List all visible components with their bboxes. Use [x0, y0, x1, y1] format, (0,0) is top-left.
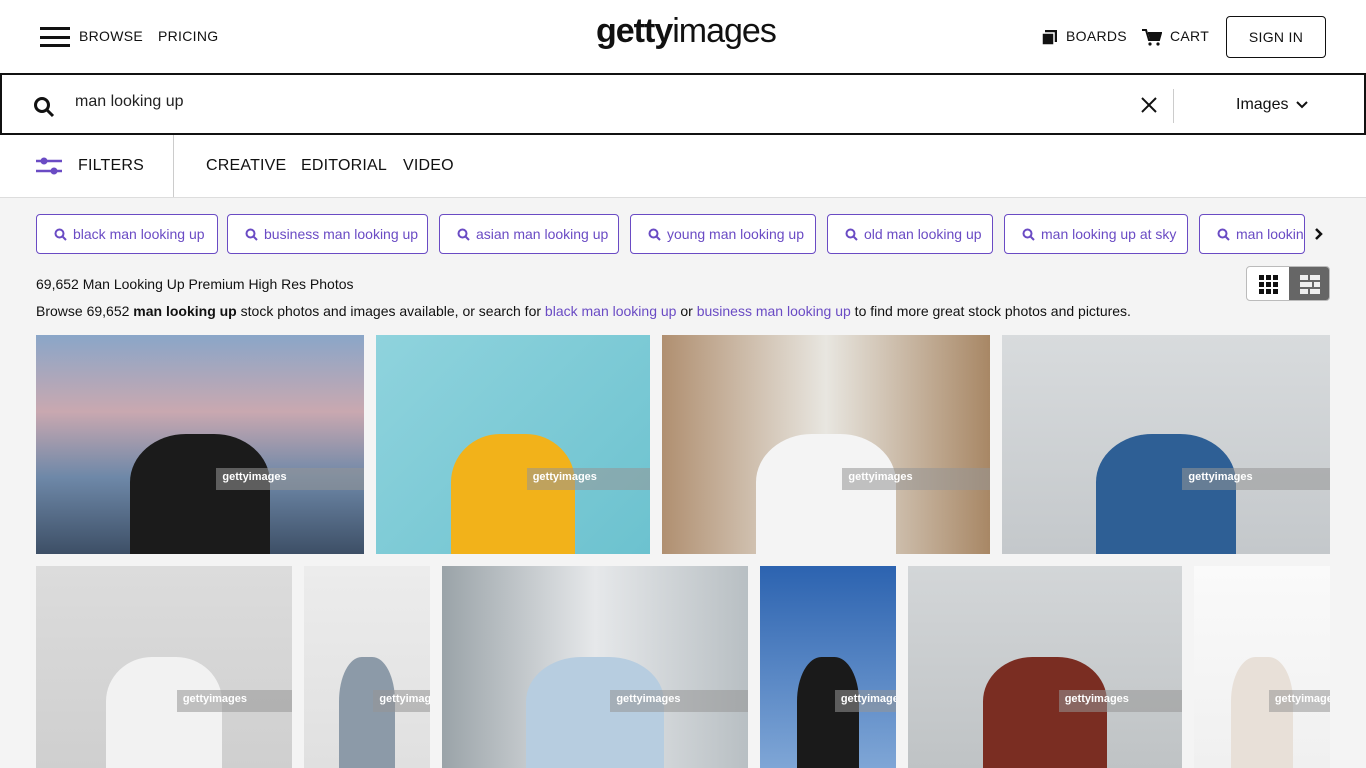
- search-icon: [1022, 228, 1035, 241]
- related-search-chip[interactable]: business man looking up: [227, 214, 428, 254]
- divider: [173, 135, 174, 197]
- photo-subject: [1231, 656, 1293, 768]
- boards-link[interactable]: BOARDS: [1066, 28, 1127, 44]
- search-bar: Images: [0, 73, 1366, 135]
- search-result-image[interactable]: gettyimages: [908, 566, 1182, 768]
- photo-subject: [797, 656, 859, 768]
- mosaic-view-button[interactable]: [1289, 267, 1329, 300]
- search-result-image[interactable]: gettyimages: [442, 566, 748, 768]
- search-result-image[interactable]: gettyimages: [1194, 566, 1330, 768]
- sign-in-button[interactable]: SIGN IN: [1226, 16, 1326, 58]
- watermark: gettyimages: [526, 468, 650, 490]
- cart-icon: [1142, 29, 1162, 46]
- watermark: gettyimages: [216, 468, 364, 490]
- watermark: gettyimages: [610, 690, 748, 712]
- photo-subject: [130, 433, 270, 554]
- search-icon[interactable]: [33, 96, 55, 118]
- getty-logo[interactable]: gettyimages: [596, 12, 777, 51]
- mosaic-view-icon: [1300, 275, 1320, 294]
- search-type-select[interactable]: Images: [1236, 96, 1309, 114]
- filters-button[interactable]: FILTERS: [78, 157, 144, 175]
- results-title: 69,652 Man Looking Up Premium High Res P…: [36, 276, 354, 292]
- search-result-image[interactable]: gettyimages: [376, 335, 650, 554]
- view-toggle: [1246, 266, 1330, 301]
- related-search-chip[interactable]: asian man looking up: [439, 214, 619, 254]
- search-icon: [457, 228, 470, 241]
- search-result-image[interactable]: gettyimages: [760, 566, 896, 768]
- watermark: gettyimages: [842, 468, 990, 490]
- watermark: gettyimages: [1058, 690, 1182, 712]
- related-search-chip[interactable]: man looking up: [1199, 214, 1305, 254]
- watermark: gettyimages: [834, 690, 896, 712]
- grid-view-icon[interactable]: [1259, 275, 1278, 294]
- search-result-image[interactable]: gettyimages: [662, 335, 990, 554]
- tab-editorial[interactable]: EDITORIAL: [301, 157, 387, 175]
- divider: [1173, 89, 1174, 123]
- search-result-image[interactable]: gettyimages: [36, 335, 364, 554]
- results-description: Browse 69,652 man looking up stock photo…: [36, 303, 1131, 319]
- search-icon: [245, 228, 258, 241]
- search-icon: [1217, 228, 1230, 241]
- chevron-right-icon[interactable]: [1314, 227, 1324, 241]
- pricing-link[interactable]: PRICING: [158, 28, 218, 44]
- boards-icon: [1042, 30, 1057, 45]
- watermark: gettyimages: [1182, 468, 1330, 490]
- watermark: gettyimages: [1268, 690, 1330, 712]
- related-search-chip[interactable]: young man looking up: [630, 214, 816, 254]
- chevron-down-icon: [1296, 101, 1309, 109]
- related-link[interactable]: business man looking up: [697, 303, 851, 319]
- clear-icon[interactable]: [1141, 97, 1157, 113]
- filters-icon[interactable]: [36, 156, 62, 176]
- watermark: gettyimages: [373, 690, 430, 712]
- related-search-chip[interactable]: old man looking up: [827, 214, 993, 254]
- filter-bar: FILTERS CREATIVE EDITORIAL VIDEO: [0, 135, 1366, 198]
- photo-subject: [106, 656, 222, 768]
- photo-subject: [756, 433, 896, 554]
- photo-subject: [526, 656, 664, 768]
- search-icon: [845, 228, 858, 241]
- related-search-chip[interactable]: black man looking up: [36, 214, 218, 254]
- cart-link[interactable]: CART: [1170, 28, 1209, 44]
- menu-icon[interactable]: [40, 27, 70, 47]
- tab-creative[interactable]: CREATIVE: [206, 157, 286, 175]
- search-icon: [54, 228, 67, 241]
- photo-subject: [338, 656, 396, 768]
- tab-video[interactable]: VIDEO: [403, 157, 454, 175]
- top-header: BROWSE PRICING gettyimages BOARDS CART S…: [0, 0, 1366, 73]
- photo-subject: [983, 656, 1107, 768]
- photo-subject: [1096, 433, 1236, 554]
- search-result-image[interactable]: gettyimages: [36, 566, 292, 768]
- search-input[interactable]: [75, 93, 975, 111]
- search-icon: [648, 228, 661, 241]
- browse-link[interactable]: BROWSE: [79, 28, 143, 44]
- search-result-image[interactable]: gettyimages: [1002, 335, 1330, 554]
- related-link[interactable]: black man looking up: [545, 303, 677, 319]
- watermark: gettyimages: [176, 690, 292, 712]
- search-result-image[interactable]: gettyimages: [304, 566, 430, 768]
- photo-subject: [451, 433, 575, 554]
- related-search-chip[interactable]: man looking up at sky: [1004, 214, 1188, 254]
